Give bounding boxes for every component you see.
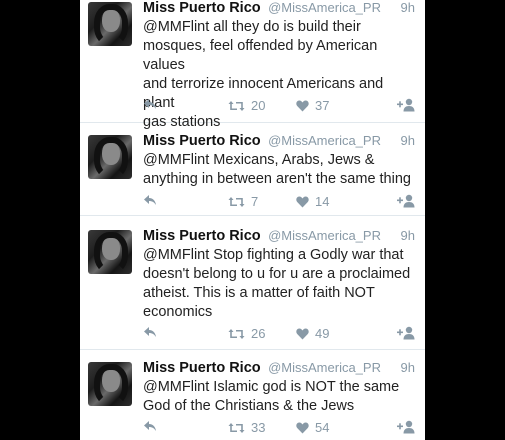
- tweet[interactable]: Miss Puerto Rico @MissAmerica_PR 9h @MMF…: [80, 226, 425, 350]
- retweet-icon: [228, 328, 245, 339]
- display-name[interactable]: Miss Puerto Rico: [143, 0, 261, 16]
- retweet-icon: [228, 196, 245, 207]
- avatar[interactable]: [88, 230, 132, 274]
- user-handle[interactable]: @MissAmerica_PR: [268, 0, 381, 15]
- retweet-count: 26: [251, 326, 266, 341]
- tweet-actions: 26 49: [143, 326, 415, 344]
- tweet-text-line: @MMFlint Islamic god is NOT the same: [143, 379, 400, 395]
- timestamp[interactable]: 9h: [401, 133, 415, 148]
- reply-icon: [144, 99, 156, 109]
- like-count: 14: [315, 194, 330, 209]
- tweet-text-line: @MMFlint Mexicans, Arabs, Jews &: [143, 152, 375, 168]
- like-count: 49: [315, 326, 330, 341]
- retweet-count: 7: [251, 194, 259, 209]
- like-button[interactable]: 49: [296, 326, 329, 341]
- follow-button[interactable]: [397, 420, 415, 434]
- like-button[interactable]: 37: [296, 98, 329, 113]
- tweet-text: @MMFlint Mexicans, Arabs, Jews & anythin…: [143, 151, 415, 189]
- display-name[interactable]: Miss Puerto Rico: [143, 228, 261, 244]
- like-button[interactable]: 54: [296, 420, 329, 435]
- user-handle[interactable]: @MissAmerica_PR: [268, 360, 381, 375]
- tweet-header: Miss Puerto Rico @MissAmerica_PR 9h: [143, 359, 415, 377]
- like-count: 37: [315, 98, 330, 113]
- tweet-header: Miss Puerto Rico @MissAmerica_PR 9h: [143, 132, 415, 150]
- timestamp[interactable]: 9h: [401, 0, 415, 15]
- reply-icon: [144, 327, 156, 337]
- tweet-text-line: economics: [143, 304, 213, 320]
- avatar[interactable]: [88, 135, 132, 179]
- tweet[interactable]: Miss Puerto Rico @MissAmerica_PR 9h @MMF…: [80, 131, 425, 216]
- user-handle[interactable]: @MissAmerica_PR: [268, 228, 381, 243]
- retweet-button[interactable]: 7: [228, 194, 258, 209]
- heart-icon: [296, 328, 309, 339]
- tweet-actions: 7 14: [143, 194, 415, 212]
- follow-button[interactable]: [397, 98, 415, 112]
- tweet-feed: Miss Puerto Rico @MissAmerica_PR 9h @MMF…: [80, 0, 425, 440]
- reply-button[interactable]: [143, 326, 157, 338]
- follow-icon: [397, 326, 415, 340]
- follow-button[interactable]: [397, 326, 415, 340]
- tweet-text-line: @MMFlint Stop fighting a Godly war that: [143, 247, 404, 263]
- retweet-button[interactable]: 33: [228, 420, 265, 435]
- follow-icon: [397, 98, 415, 112]
- heart-icon: [296, 100, 309, 111]
- avatar[interactable]: [88, 362, 132, 406]
- tweet-text-line: anything in between aren't the same thin…: [143, 171, 411, 187]
- reply-button[interactable]: [143, 194, 157, 206]
- reply-button[interactable]: [143, 420, 157, 432]
- retweet-count: 20: [251, 98, 266, 113]
- tweet-text-line: mosques, feel offended by American value…: [143, 38, 378, 73]
- tweet-text-line: atheist. This is a matter of faith NOT: [143, 285, 375, 301]
- like-button[interactable]: 14: [296, 194, 329, 209]
- retweet-icon: [228, 422, 245, 433]
- timestamp[interactable]: 9h: [401, 360, 415, 375]
- tweet-text-line: God of the Christians & the Jews: [143, 398, 355, 414]
- tweet-header: Miss Puerto Rico @MissAmerica_PR 9h: [143, 227, 415, 245]
- tweet-text-line: doesn't belong to u for u are a proclaim…: [143, 266, 411, 282]
- heart-icon: [296, 422, 309, 433]
- retweet-button[interactable]: 20: [228, 98, 265, 113]
- reply-button[interactable]: [143, 98, 157, 110]
- like-count: 54: [315, 420, 330, 435]
- display-name[interactable]: Miss Puerto Rico: [143, 133, 261, 149]
- user-handle[interactable]: @MissAmerica_PR: [268, 133, 381, 148]
- follow-button[interactable]: [397, 194, 415, 208]
- avatar[interactable]: [88, 2, 132, 46]
- tweet-actions: 33 54: [143, 420, 415, 438]
- retweet-icon: [228, 100, 245, 111]
- reply-icon: [144, 195, 156, 205]
- tweet[interactable]: Miss Puerto Rico @MissAmerica_PR 9h @MMF…: [80, 0, 425, 130]
- follow-icon: [397, 194, 415, 208]
- tweet-text: @MMFlint Islamic god is NOT the same God…: [143, 378, 415, 416]
- reply-icon: [144, 421, 156, 431]
- tweet-text-line: @MMFlint all they do is build their: [143, 19, 361, 35]
- timestamp[interactable]: 9h: [401, 228, 415, 243]
- heart-icon: [296, 196, 309, 207]
- tweet-text: @MMFlint Stop fighting a Godly war that …: [143, 246, 415, 322]
- display-name[interactable]: Miss Puerto Rico: [143, 360, 261, 376]
- follow-icon: [397, 420, 415, 434]
- retweet-count: 33: [251, 420, 266, 435]
- tweet-header: Miss Puerto Rico @MissAmerica_PR 9h: [143, 0, 415, 17]
- tweet-actions: 20 37: [143, 98, 415, 116]
- retweet-button[interactable]: 26: [228, 326, 265, 341]
- tweet[interactable]: Miss Puerto Rico @MissAmerica_PR 9h @MMF…: [80, 358, 425, 440]
